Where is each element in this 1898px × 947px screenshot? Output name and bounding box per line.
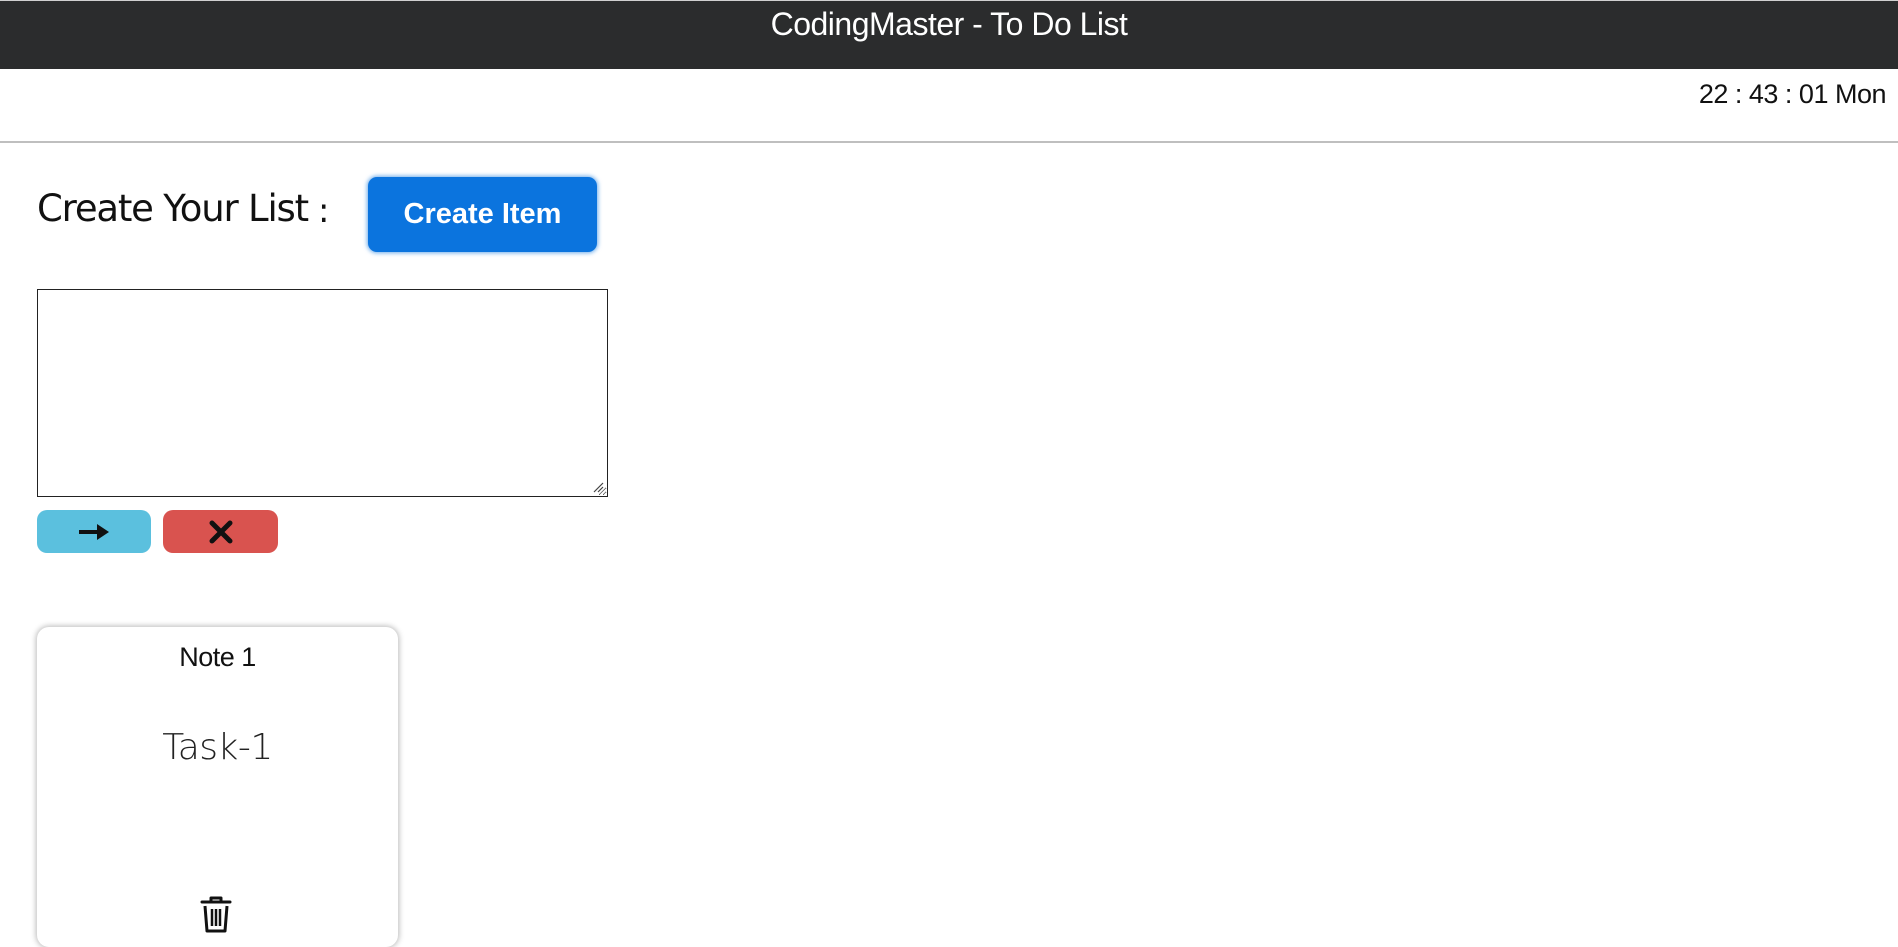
submit-note-button[interactable]	[37, 510, 151, 553]
create-list-label: Create Your List	[37, 187, 309, 230]
create-item-button[interactable]: Create Item	[368, 177, 597, 252]
app-header: CodingMaster - To Do List	[0, 0, 1898, 69]
note-text: Task-1	[162, 727, 273, 768]
note-title: Note 1	[179, 642, 256, 672]
close-icon	[209, 520, 232, 543]
note-card: Note 1 Task-1	[37, 627, 398, 947]
cancel-note-button[interactable]	[163, 510, 278, 553]
note-textarea[interactable]	[37, 289, 608, 497]
trash-icon[interactable]	[199, 894, 233, 934]
arrow-right-icon	[79, 523, 109, 540]
clock-display: 22 : 43 : 01 Mon	[1698, 79, 1887, 109]
app-title: CodingMaster - To Do List	[770, 6, 1128, 42]
divider	[0, 141, 1898, 143]
resize-grip-icon[interactable]	[592, 481, 604, 493]
create-list-colon: :	[318, 191, 330, 231]
